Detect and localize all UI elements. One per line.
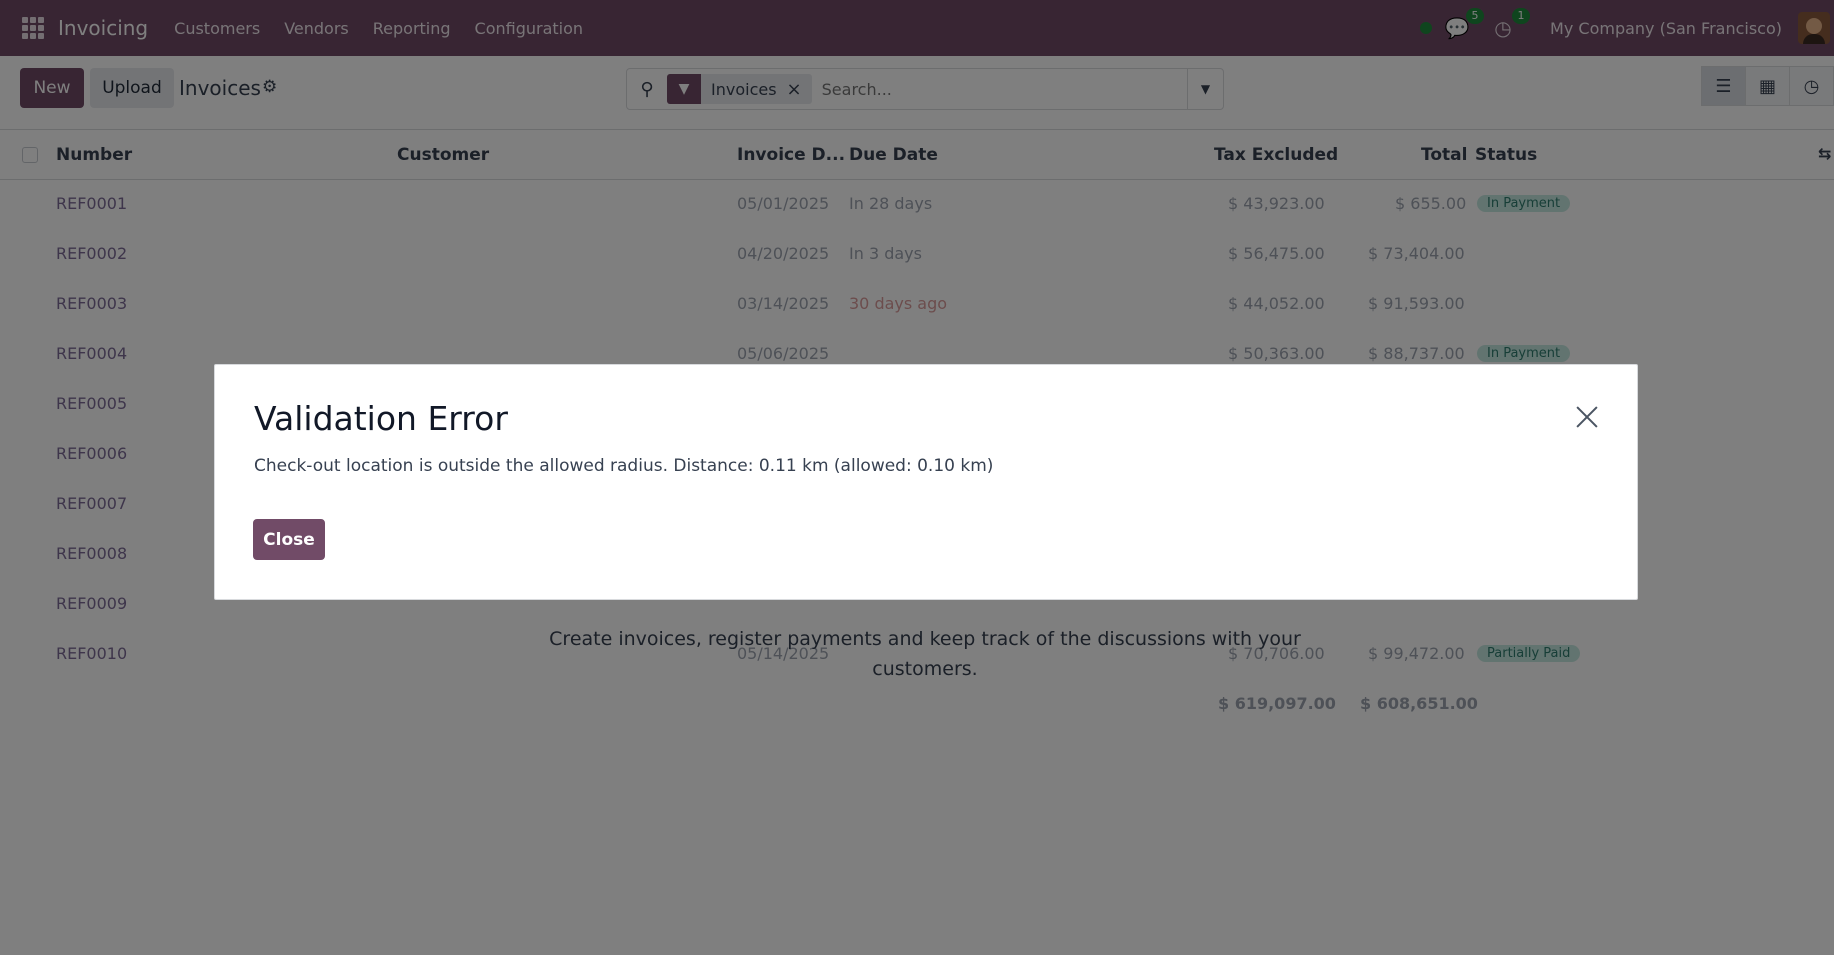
dialog-title: Validation Error — [254, 399, 508, 438]
close-icon[interactable] — [1575, 405, 1599, 429]
close-button[interactable]: Close — [253, 519, 325, 560]
dialog-message: Check-out location is outside the allowe… — [254, 456, 994, 476]
validation-error-dialog: Validation Error Check-out location is o… — [214, 364, 1638, 600]
